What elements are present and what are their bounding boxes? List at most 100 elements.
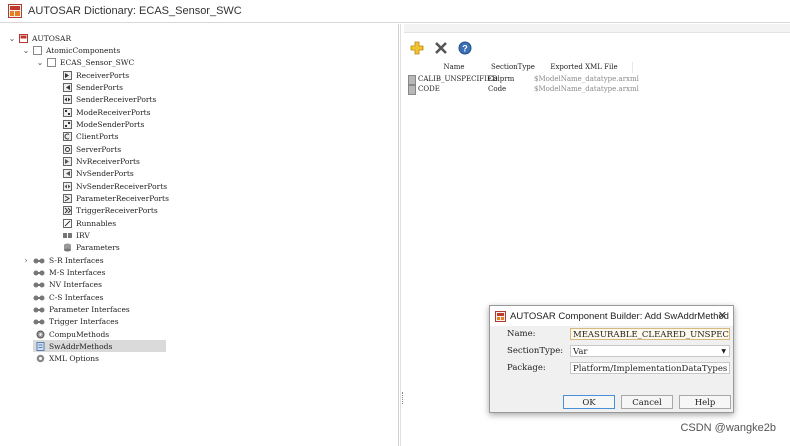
tree-node-autosar[interactable]: ⌄ AUTOSAR xyxy=(8,32,71,44)
tree-node-label: Trigger Interfaces xyxy=(49,316,119,326)
tree-node-trigger-interfaces[interactable]: Trigger Interfaces xyxy=(33,315,119,327)
tree-node-label: CompuMethods xyxy=(49,329,110,339)
tree-node-label: TriggerReceiverPorts xyxy=(76,205,158,215)
tree-node-compu-methods[interactable]: CompuMethods xyxy=(36,328,109,340)
interface-icon xyxy=(33,258,45,263)
receiver-port-icon xyxy=(63,70,72,80)
ok-button[interactable]: OK xyxy=(563,395,615,409)
tree-node-label: NvSenderPorts xyxy=(76,168,134,178)
chevron-down-icon[interactable]: ⌄ xyxy=(36,58,44,67)
dictionary-tree[interactable]: ⌄ AUTOSAR ⌄ AtomicComponents ⌄ ECAS_Sens… xyxy=(0,24,399,446)
tree-node-mode-receiver-ports[interactable]: ModeReceiverPorts xyxy=(63,106,151,118)
name-field[interactable]: MEASURABLE_CLEARED_UNSPECIFIED xyxy=(570,328,730,340)
nv-sender-receiver-port-icon xyxy=(63,181,72,191)
tree-node-nv-receiver-ports[interactable]: NvReceiverPorts xyxy=(63,155,140,167)
tree-node-label: AtomicComponents xyxy=(46,45,121,55)
package-field[interactable]: Platform/ImplementationDataTypes xyxy=(570,362,730,374)
tree-node-label: Parameters xyxy=(76,242,120,252)
sw-addr-methods-icon xyxy=(36,341,45,351)
dialog-titlebar[interactable]: AUTOSAR Component Builder: Add SwAddrMet… xyxy=(490,306,733,326)
cancel-button[interactable]: Cancel xyxy=(621,395,673,409)
row-handle-icon[interactable] xyxy=(408,85,416,95)
chevron-right-icon[interactable]: › xyxy=(22,256,30,265)
close-icon[interactable]: ✕ xyxy=(718,309,727,322)
cell-exported-file: $ModelName_datatype.arxml xyxy=(534,85,639,93)
column-header-exported-xml-file[interactable]: Exported XML File xyxy=(536,62,633,73)
table-row[interactable]: CODE Code $ModelName_datatype.arxml xyxy=(406,84,639,95)
package-icon xyxy=(33,45,42,55)
gear-icon xyxy=(36,354,45,362)
sender-receiver-port-icon xyxy=(63,94,72,104)
tree-node-trigger-receiver-ports[interactable]: TriggerReceiverPorts xyxy=(63,204,158,216)
help-dialog-button[interactable]: Help xyxy=(679,395,731,409)
tree-node-parameter-interfaces[interactable]: Parameter Interfaces xyxy=(33,303,130,315)
help-icon: ? xyxy=(458,41,472,55)
chevron-down-icon[interactable]: ⌄ xyxy=(8,34,16,43)
tree-node-sender-receiver-ports[interactable]: SenderReceiverPorts xyxy=(63,93,156,105)
tree-node-parameter-receiver-ports[interactable]: ParameterReceiverPorts xyxy=(63,192,169,204)
tab-strip xyxy=(404,24,790,33)
tree-node-label: SenderReceiverPorts xyxy=(76,94,157,104)
component-icon xyxy=(47,57,56,67)
title-divider xyxy=(0,22,790,23)
sender-port-icon xyxy=(63,82,72,92)
tree-node-ecas-sensor-swc[interactable]: ⌄ ECAS_Sensor_SWC xyxy=(36,56,134,68)
column-header-section-type[interactable]: SectionType xyxy=(490,62,537,73)
tree-node-receiver-ports[interactable]: ReceiverPorts xyxy=(63,69,129,81)
tree-node-client-ports[interactable]: ClientPorts xyxy=(63,130,119,142)
section-type-select[interactable]: Var ▼ xyxy=(570,345,730,357)
tree-node-sender-ports[interactable]: SenderPorts xyxy=(63,81,123,93)
interface-icon xyxy=(33,307,45,312)
interface-icon xyxy=(33,270,45,275)
dialog-title: AUTOSAR Component Builder: Add SwAddrMet… xyxy=(510,310,729,322)
tree-node-ms-interfaces[interactable]: M-S Interfaces xyxy=(33,266,105,278)
tree-node-label: ModeReceiverPorts xyxy=(76,107,151,117)
tree-node-sr-interfaces[interactable]: › S-R Interfaces xyxy=(22,254,103,266)
column-header-name[interactable]: Name xyxy=(414,62,495,73)
tree-node-label: C-S Interfaces xyxy=(49,292,104,302)
mode-sender-port-icon xyxy=(63,119,72,129)
delete-icon xyxy=(435,42,447,54)
compu-methods-icon xyxy=(36,330,45,338)
trigger-receiver-port-icon xyxy=(63,205,72,215)
delete-button[interactable] xyxy=(432,39,450,57)
tree-node-label: NvReceiverPorts xyxy=(76,156,140,166)
watermark: CSDN @wangke2b xyxy=(680,422,776,434)
tree-node-atomic-components[interactable]: ⌄ AtomicComponents xyxy=(22,44,120,56)
tree-node-nv-sender-receiver-ports[interactable]: NvSenderReceiverPorts xyxy=(63,180,167,192)
tree-node-xml-options[interactable]: XML Options xyxy=(36,352,99,364)
table-row[interactable]: CALIB_UNSPECIFIED Calprm $ModelName_data… xyxy=(406,74,639,85)
interface-icon xyxy=(33,319,45,324)
tree-node-nv-sender-ports[interactable]: NvSenderPorts xyxy=(63,167,134,179)
client-port-icon xyxy=(63,131,72,141)
help-button[interactable]: ? xyxy=(456,39,474,57)
tree-node-label: ParameterReceiverPorts xyxy=(76,193,169,203)
tree-node-label: SwAddrMethods xyxy=(49,341,113,351)
name-label: Name: xyxy=(507,329,536,339)
parameter-receiver-port-icon xyxy=(63,193,72,203)
tree-node-parameters[interactable]: Parameters xyxy=(63,241,120,253)
tree-node-label: ModeSenderPorts xyxy=(76,119,145,129)
parameters-icon xyxy=(64,243,71,251)
tree-node-cs-interfaces[interactable]: C-S Interfaces xyxy=(33,291,103,303)
tree-node-runnables[interactable]: Runnables xyxy=(63,217,116,229)
server-port-icon xyxy=(63,144,72,154)
tree-node-sw-addr-methods[interactable]: SwAddrMethods xyxy=(33,340,166,352)
tree-node-label: ReceiverPorts xyxy=(76,70,130,80)
tree-node-server-ports[interactable]: ServerPorts xyxy=(63,143,121,155)
irv-icon xyxy=(63,232,72,238)
chevron-down-icon[interactable]: ⌄ xyxy=(22,46,30,55)
cell-section-type: Calprm xyxy=(488,75,515,83)
autosar-folder-icon xyxy=(19,33,28,43)
window-title: AUTOSAR Dictionary: ECAS_Sensor_SWC xyxy=(28,5,242,17)
tree-node-nv-interfaces[interactable]: NV Interfaces xyxy=(33,278,102,290)
mode-receiver-port-icon xyxy=(63,107,72,117)
nv-receiver-port-icon xyxy=(63,156,72,166)
dropdown-arrow-icon[interactable]: ▼ xyxy=(721,346,726,356)
add-button[interactable] xyxy=(408,39,426,57)
tree-node-mode-sender-ports[interactable]: ModeSenderPorts xyxy=(63,118,144,130)
section-type-label: SectionType: xyxy=(507,346,564,356)
svg-text:?: ? xyxy=(462,44,468,54)
tree-node-irv[interactable]: IRV xyxy=(63,229,90,241)
tree-node-label: ServerPorts xyxy=(76,144,122,154)
